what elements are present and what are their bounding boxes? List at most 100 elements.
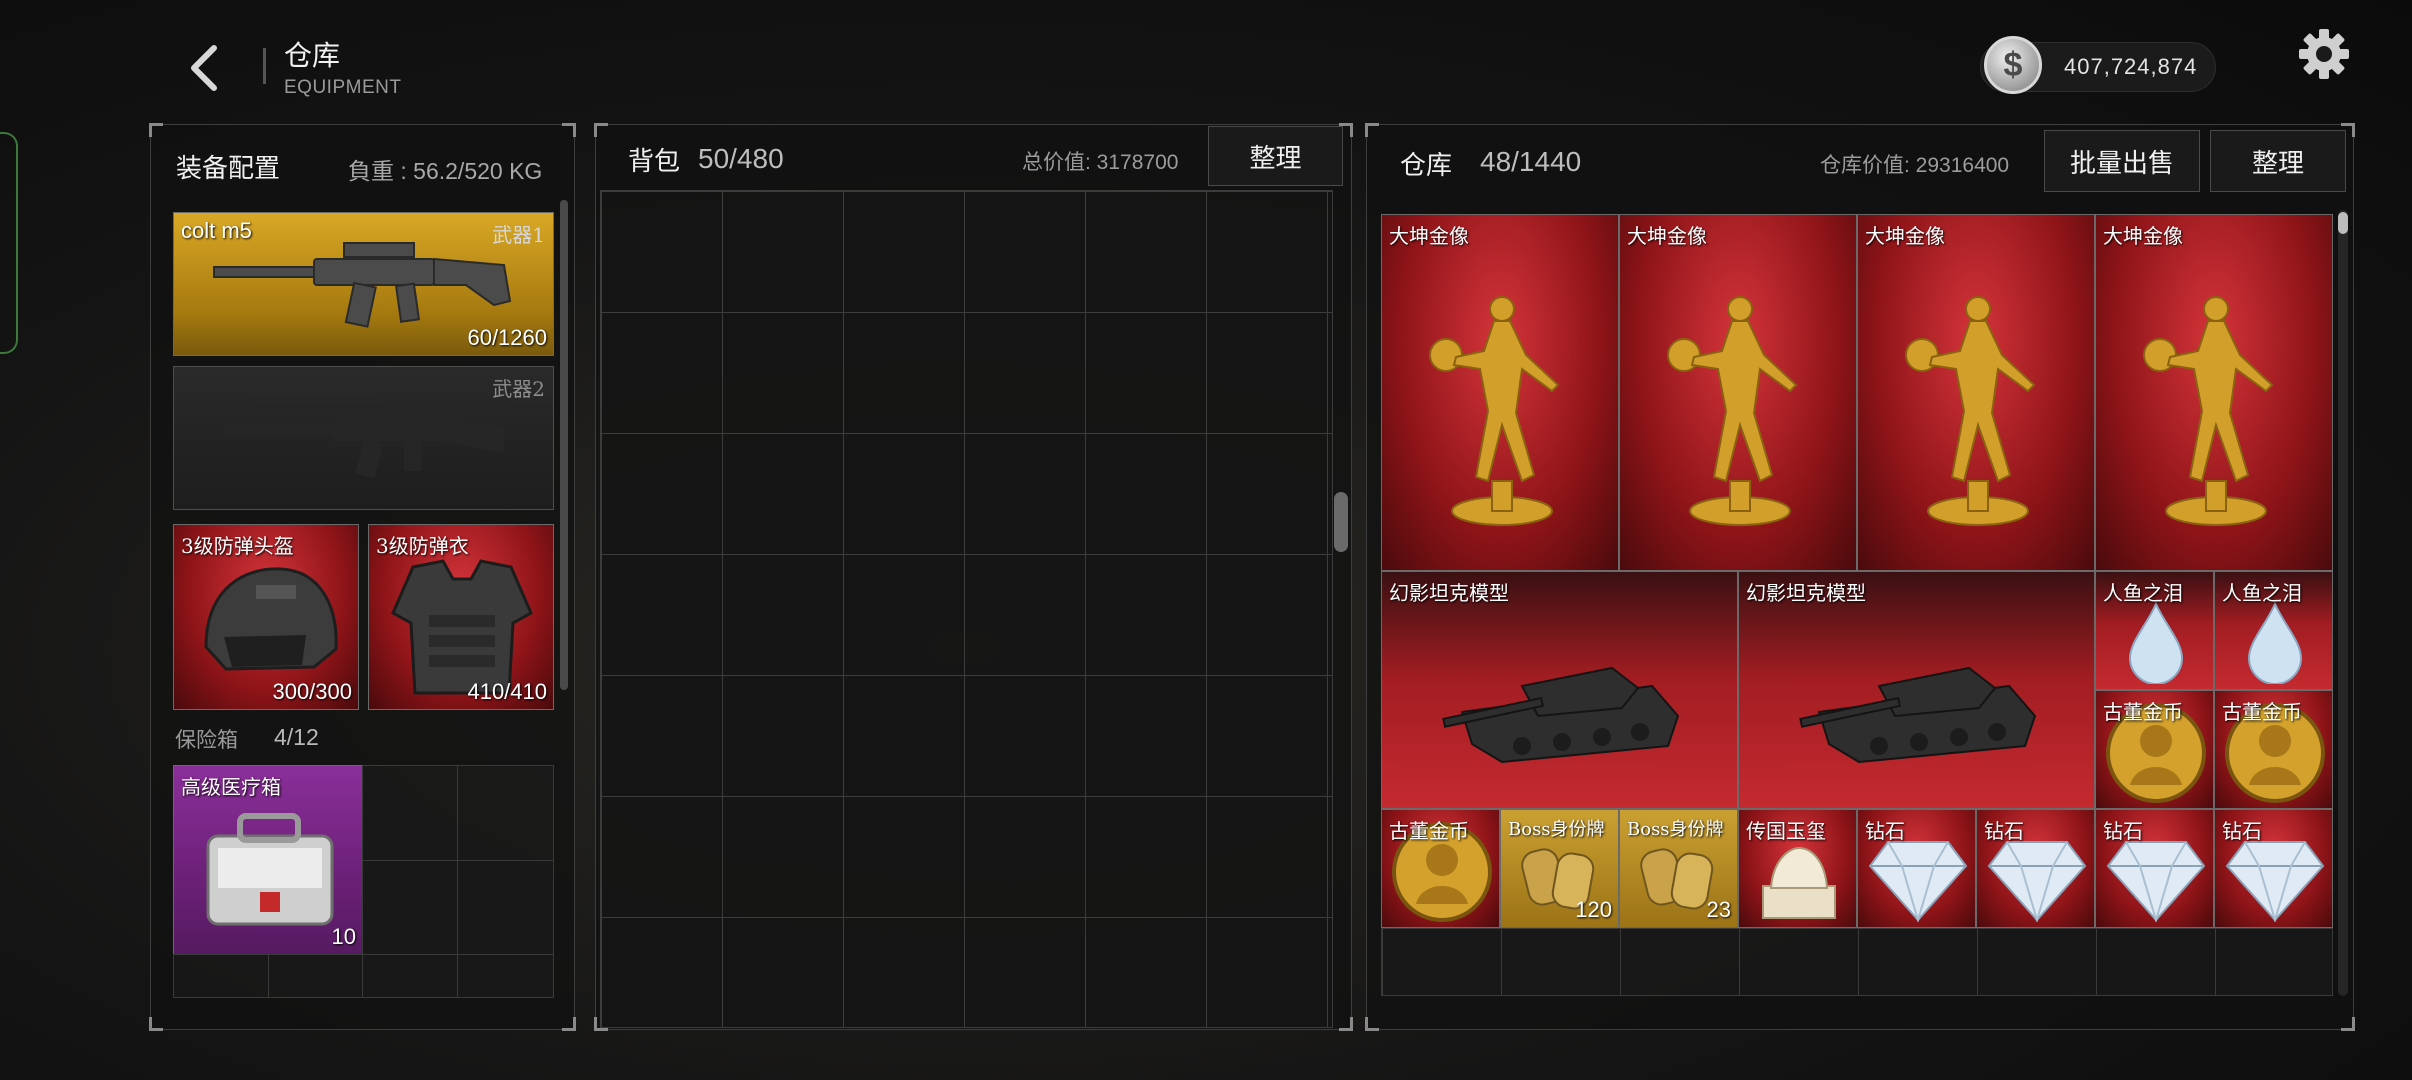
boss-tag-count: 23 xyxy=(1706,897,1731,922)
safebox-capacity: 4/12 xyxy=(274,724,319,750)
safebox-empty-slot[interactable] xyxy=(362,954,458,998)
warehouse-empty-row[interactable] xyxy=(1381,928,2333,996)
golden-statue-icon xyxy=(1667,296,1798,526)
warehouse-item-coin[interactable]: 古董金币 xyxy=(2095,690,2214,809)
safebox-empty-slot[interactable] xyxy=(362,860,458,955)
warehouse-item-seal[interactable]: 传国玉玺 xyxy=(1738,809,1857,928)
warehouse-item-coin[interactable]: 古董金币 xyxy=(1381,809,1500,928)
teardrop-gem-icon xyxy=(2247,602,2303,684)
weapon-1-ammo: 60/1260 xyxy=(467,325,547,350)
warehouse-item-diamond[interactable]: 钻石 xyxy=(2095,809,2214,928)
warehouse-item-tank[interactable]: 幻影坦克模型 xyxy=(1381,571,1738,809)
backpack-sort-button[interactable]: 整理 xyxy=(1208,126,1343,186)
title-separator xyxy=(263,48,266,84)
tank-name: 幻影坦克模型 xyxy=(1746,581,1866,605)
warehouse-sort-button[interactable]: 整理 xyxy=(2210,130,2346,192)
helmet-icon xyxy=(204,567,338,671)
backpack-scroll-handle[interactable] xyxy=(1334,492,1348,552)
medkit-count: 10 xyxy=(331,924,356,949)
body-armor-name: 3级防弹衣 xyxy=(376,534,469,558)
safebox-label: 保险箱 xyxy=(175,728,238,752)
diamond-icon xyxy=(2106,841,2206,922)
boss-tag-name: Boss身份牌 xyxy=(1508,819,1605,840)
diamond-name: 钻石 xyxy=(2103,819,2143,843)
teardrop-gem-icon xyxy=(2128,602,2184,684)
statue-name: 大坤金像 xyxy=(2103,224,2183,248)
statue-name: 大坤金像 xyxy=(1865,224,1945,248)
settings-button[interactable] xyxy=(2296,26,2352,82)
warehouse-item-diamond[interactable]: 钻石 xyxy=(1857,809,1976,928)
backpack-total-value: 总价值: 3178700 xyxy=(1022,151,1179,174)
seal-name: 传国玉玺 xyxy=(1746,819,1826,843)
safebox-empty-slot[interactable] xyxy=(457,860,554,955)
helmet-slot[interactable]: 3级防弹头盔 300/300 xyxy=(173,524,359,710)
safebox-empty-slot[interactable] xyxy=(457,765,554,861)
safebox-empty-slot[interactable] xyxy=(362,765,458,861)
warehouse-item-statue[interactable]: 大坤金像 xyxy=(2095,214,2333,571)
weapon-2-tag: 武器2 xyxy=(492,377,545,401)
tank-model-icon xyxy=(1799,666,2037,764)
jade-seal-icon xyxy=(1762,846,1836,919)
warehouse-item-statue[interactable]: 大坤金像 xyxy=(1619,214,1857,571)
warehouse-item-statue[interactable]: 大坤金像 xyxy=(1857,214,2095,571)
helmet-durability: 300/300 xyxy=(272,679,352,704)
weapon-1-tag: 武器1 xyxy=(492,223,545,247)
safebox-empty-slot[interactable] xyxy=(268,954,363,998)
diamond-name: 钻石 xyxy=(1984,819,2024,843)
empty-rifle-silhouette-icon xyxy=(224,419,504,479)
warehouse-scrollbar[interactable] xyxy=(2338,210,2348,996)
diamond-name: 钻石 xyxy=(1865,819,1905,843)
golden-statue-icon xyxy=(1429,296,1560,526)
safebox-empty-slot[interactable] xyxy=(457,954,554,998)
statue-name: 大坤金像 xyxy=(1627,224,1707,248)
currency-value: 407,724,874 xyxy=(2064,54,2198,79)
page-subtitle: EQUIPMENT xyxy=(284,77,402,98)
body-armor-durability: 410/410 xyxy=(467,679,547,704)
weapon-1-name: colt m5 xyxy=(181,218,252,243)
warehouse-item-boss-tag[interactable]: Boss身份牌 23 xyxy=(1619,809,1738,928)
diamond-icon xyxy=(2225,841,2325,922)
diamond-icon xyxy=(1868,841,1968,922)
weapon-slot-1[interactable]: colt m5 武器1 60/1260 xyxy=(173,212,554,356)
backpack-grid[interactable] xyxy=(600,190,1333,1028)
warehouse-item-diamond[interactable]: 钻石 xyxy=(1976,809,2095,928)
medkit-icon xyxy=(206,813,334,926)
warehouse-item-tank[interactable]: 幻影坦克模型 xyxy=(1738,571,2095,809)
medkit-name: 高级医疗箱 xyxy=(181,775,281,799)
golden-statue-icon xyxy=(1905,296,2036,526)
loadout-scrollbar[interactable] xyxy=(560,200,568,690)
safebox-empty-slot[interactable] xyxy=(173,954,269,998)
boss-tag-name: Boss身份牌 xyxy=(1627,819,1724,840)
warehouse-item-diamond[interactable]: 钻石 xyxy=(2214,809,2333,928)
warehouse-item-coin[interactable]: 古董金币 xyxy=(2214,690,2333,809)
warehouse-item-tear[interactable]: 人鱼之泪 xyxy=(2214,571,2333,690)
body-armor-slot[interactable]: 3级防弹衣 410/410 xyxy=(368,524,554,710)
diamond-name: 钻石 xyxy=(2222,819,2262,843)
backpack-title: 背包 xyxy=(628,147,681,177)
warehouse-title: 仓库 xyxy=(1400,151,1453,181)
weapon-slot-2[interactable]: 武器2 xyxy=(173,366,554,510)
medkit-slot[interactable]: 高级医疗箱 10 xyxy=(173,765,363,955)
gear-icon xyxy=(2299,29,2349,79)
warehouse-capacity: 48/1440 xyxy=(1480,146,1582,177)
assault-rifle-icon xyxy=(213,242,512,328)
tear-name: 人鱼之泪 xyxy=(2222,581,2302,605)
coin-name: 古董金币 xyxy=(2103,700,2183,724)
statue-name: 大坤金像 xyxy=(1389,224,1469,248)
diamond-icon xyxy=(1987,841,2087,922)
tear-name: 人鱼之泪 xyxy=(2103,581,2183,605)
back-button[interactable] xyxy=(180,40,230,96)
tank-model-icon xyxy=(1442,666,1680,764)
backpack-capacity: 50/480 xyxy=(698,143,784,174)
coin-name: 古董金币 xyxy=(2222,700,2302,724)
helmet-name: 3级防弹头盔 xyxy=(181,534,294,558)
bulk-sell-button[interactable]: 批量出售 xyxy=(2044,130,2200,192)
golden-statue-icon xyxy=(2143,296,2274,526)
warehouse-item-tear[interactable]: 人鱼之泪 xyxy=(2095,571,2214,690)
side-drawer-tab[interactable] xyxy=(0,132,18,354)
warehouse-item-boss-tag[interactable]: Boss身份牌 120 xyxy=(1500,809,1619,928)
boss-tag-count: 120 xyxy=(1575,897,1612,922)
tank-name: 幻影坦克模型 xyxy=(1389,581,1509,605)
warehouse-item-statue[interactable]: 大坤金像 xyxy=(1381,214,1619,571)
silver-coin-icon: $ xyxy=(1984,36,2042,94)
